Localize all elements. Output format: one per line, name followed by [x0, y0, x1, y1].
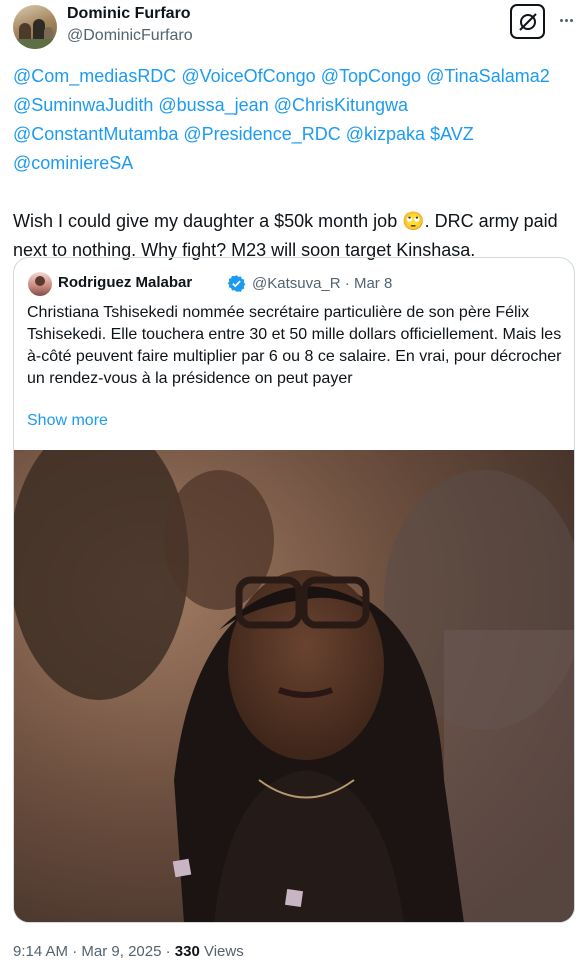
quote-date: Mar 8	[353, 275, 393, 292]
quote-handle-date: @Katsuva_R · Mar 8	[252, 275, 393, 292]
quote-author-handle: @Katsuva_R	[252, 275, 341, 292]
tweet: Dominic Furfaro @DominicFurfaro @Com_med…	[0, 0, 584, 974]
mention-link[interactable]: @Com_mediasRDC	[13, 66, 176, 86]
more-icon[interactable]	[556, 10, 576, 30]
tweet-meta: 9:14 AM · Mar 9, 2025 · 330 Views	[13, 943, 244, 960]
mention-link[interactable]: @ConstantMutamba	[13, 124, 178, 144]
mention-link[interactable]: @bussa_jean	[158, 95, 268, 115]
author-name[interactable]: Dominic Furfaro	[67, 5, 191, 23]
mention-link[interactable]: @ChrisKitungwa	[274, 95, 408, 115]
cashtag-link[interactable]: $AVZ	[430, 124, 474, 144]
tweet-text-part1: Wish I could give my daughter a $50k mon…	[13, 211, 398, 231]
quote-text: Christiana Tshisekedi nommée secrétaire …	[27, 304, 562, 387]
views-count: 330	[174, 943, 200, 960]
mention-link[interactable]: @VoiceOfCongo	[181, 66, 315, 86]
mention-link[interactable]: @SuminwaJudith	[13, 95, 153, 115]
author-handle[interactable]: @DominicFurfaro	[67, 27, 193, 45]
tweet-date[interactable]: Mar 9, 2025	[81, 943, 161, 960]
quote-photo[interactable]	[14, 450, 574, 922]
eye-roll-emoji: 🙄	[402, 211, 425, 231]
mention-link[interactable]: @TinaSalama2	[426, 66, 550, 86]
mention-link[interactable]: @Presidence_RDC	[183, 124, 340, 144]
quote-author-name: Rodriguez Malabar	[58, 274, 193, 291]
author-avatar[interactable]	[13, 5, 57, 49]
mention-list: @Com_mediasRDC @VoiceOfCongo @TopCongo @…	[13, 62, 573, 178]
mention-link[interactable]: @TopCongo	[321, 66, 421, 86]
verified-badge-icon	[227, 275, 246, 292]
grok-icon[interactable]	[510, 4, 545, 39]
tweet-body: @Com_mediasRDC @VoiceOfCongo @TopCongo @…	[13, 62, 573, 265]
quoted-tweet[interactable]: Rodriguez Malabar @Katsuva_R · Mar 8 Chr…	[13, 257, 575, 923]
quote-author-avatar	[28, 272, 52, 296]
mention-link[interactable]: @cominiereSA	[13, 153, 133, 173]
mention-link[interactable]: @kizpaka	[346, 124, 425, 144]
views-label: Views	[203, 943, 244, 960]
tweet-time[interactable]: 9:14 AM	[13, 943, 68, 960]
show-more-link[interactable]: Show more	[27, 412, 108, 430]
